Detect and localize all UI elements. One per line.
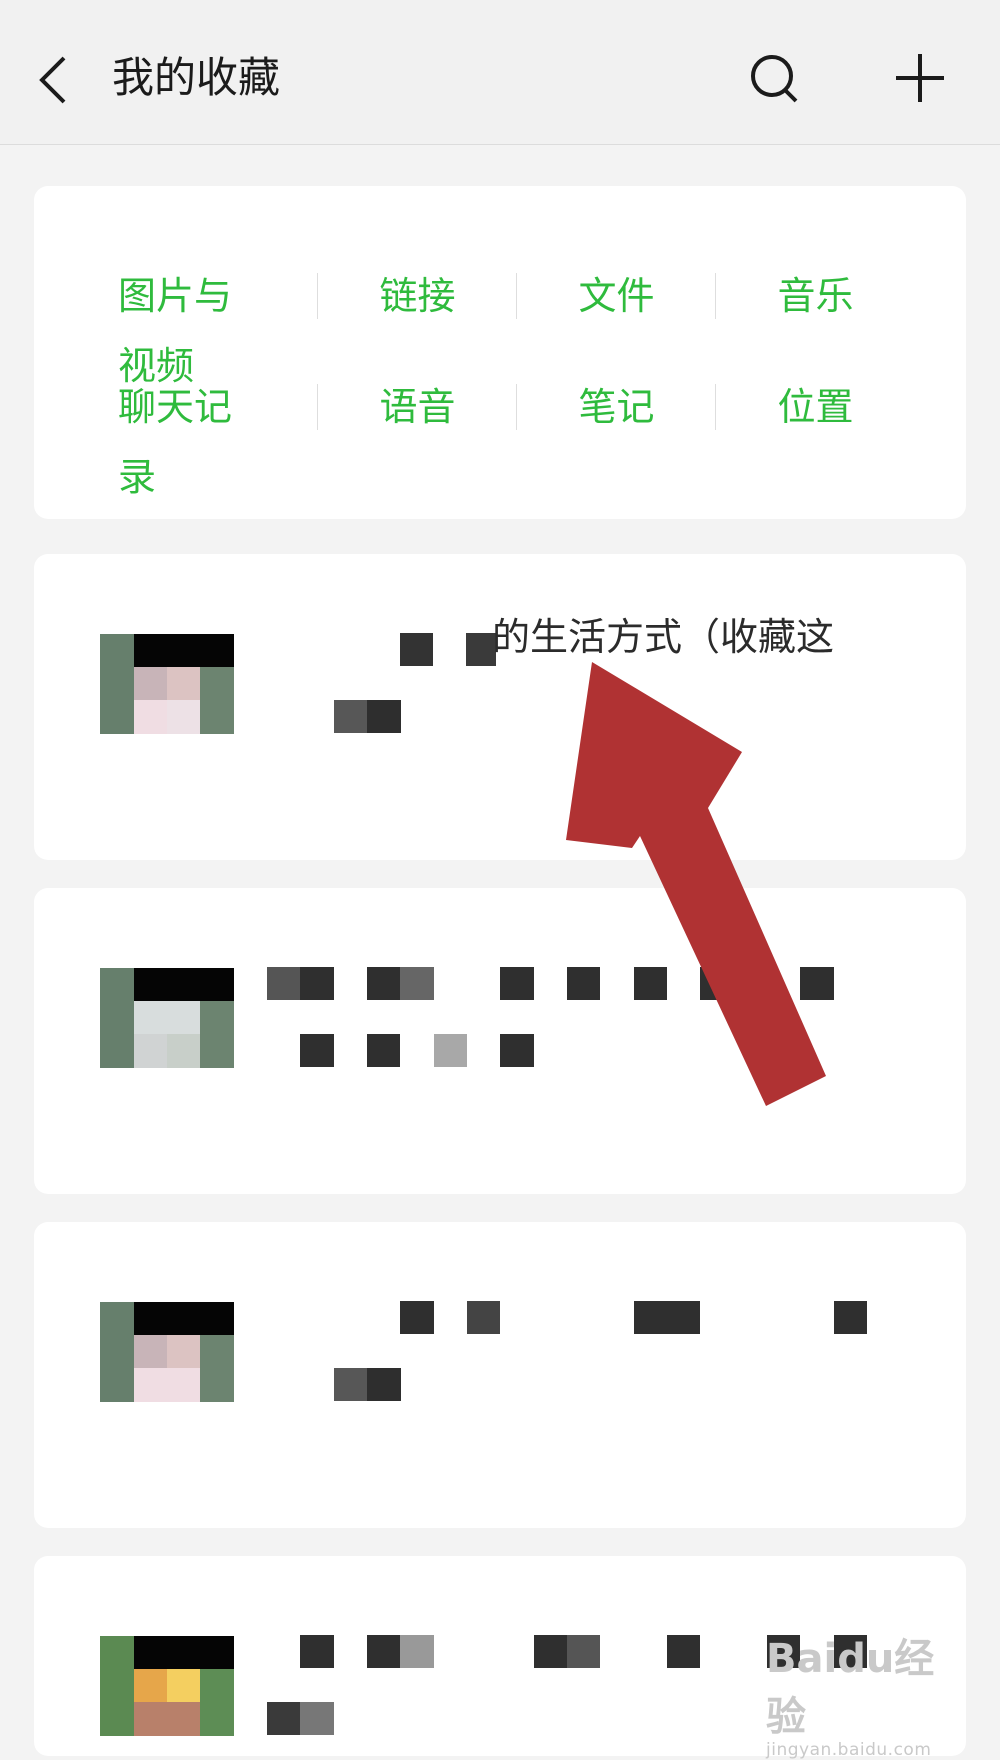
favorite-item[interactable] bbox=[34, 1222, 966, 1528]
plus-icon bbox=[896, 54, 944, 102]
favorite-thumbnail bbox=[100, 1636, 234, 1736]
category-voice[interactable]: 语音 bbox=[318, 372, 517, 442]
category-music[interactable]: 音乐 bbox=[716, 261, 915, 331]
category-filter-card: 图片与视频 链接 文件 音乐 聊天记录 语音 笔记 位置 bbox=[34, 186, 966, 519]
watermark-subtext: jingyan.baidu.com bbox=[766, 1740, 932, 1760]
favorite-thumbnail bbox=[100, 634, 234, 734]
category-photos-videos[interactable]: 图片与视频 bbox=[34, 261, 234, 388]
category-notes[interactable]: 笔记 bbox=[517, 372, 716, 442]
search-icon bbox=[751, 55, 798, 103]
back-arrow-icon bbox=[39, 56, 66, 104]
search-button[interactable] bbox=[744, 46, 808, 110]
category-chat-history[interactable]: 聊天记录 bbox=[34, 372, 234, 499]
favorite-snippet: 的生活方式（收藏这 bbox=[492, 615, 835, 659]
favorite-thumbnail bbox=[100, 1302, 234, 1402]
favorite-item[interactable] bbox=[34, 888, 966, 1194]
watermark-text: Baidu经验 bbox=[766, 1636, 935, 1740]
page-title: 我的收藏 bbox=[112, 53, 281, 102]
add-button[interactable] bbox=[888, 46, 952, 110]
category-row-1: 图片与视频 链接 文件 音乐 bbox=[34, 261, 966, 388]
favorite-item[interactable]: 的生活方式（收藏这 bbox=[34, 554, 966, 860]
top-bar: 我的收藏 bbox=[0, 0, 1000, 145]
favorite-thumbnail bbox=[100, 968, 234, 1068]
category-links[interactable]: 链接 bbox=[318, 261, 517, 331]
category-row-2: 聊天记录 语音 笔记 位置 bbox=[34, 372, 966, 499]
baidu-watermark: Baidu经验 jingyan.baidu.com bbox=[766, 1626, 956, 1760]
back-button[interactable] bbox=[30, 40, 90, 120]
category-location[interactable]: 位置 bbox=[716, 372, 915, 442]
category-files[interactable]: 文件 bbox=[517, 261, 716, 331]
